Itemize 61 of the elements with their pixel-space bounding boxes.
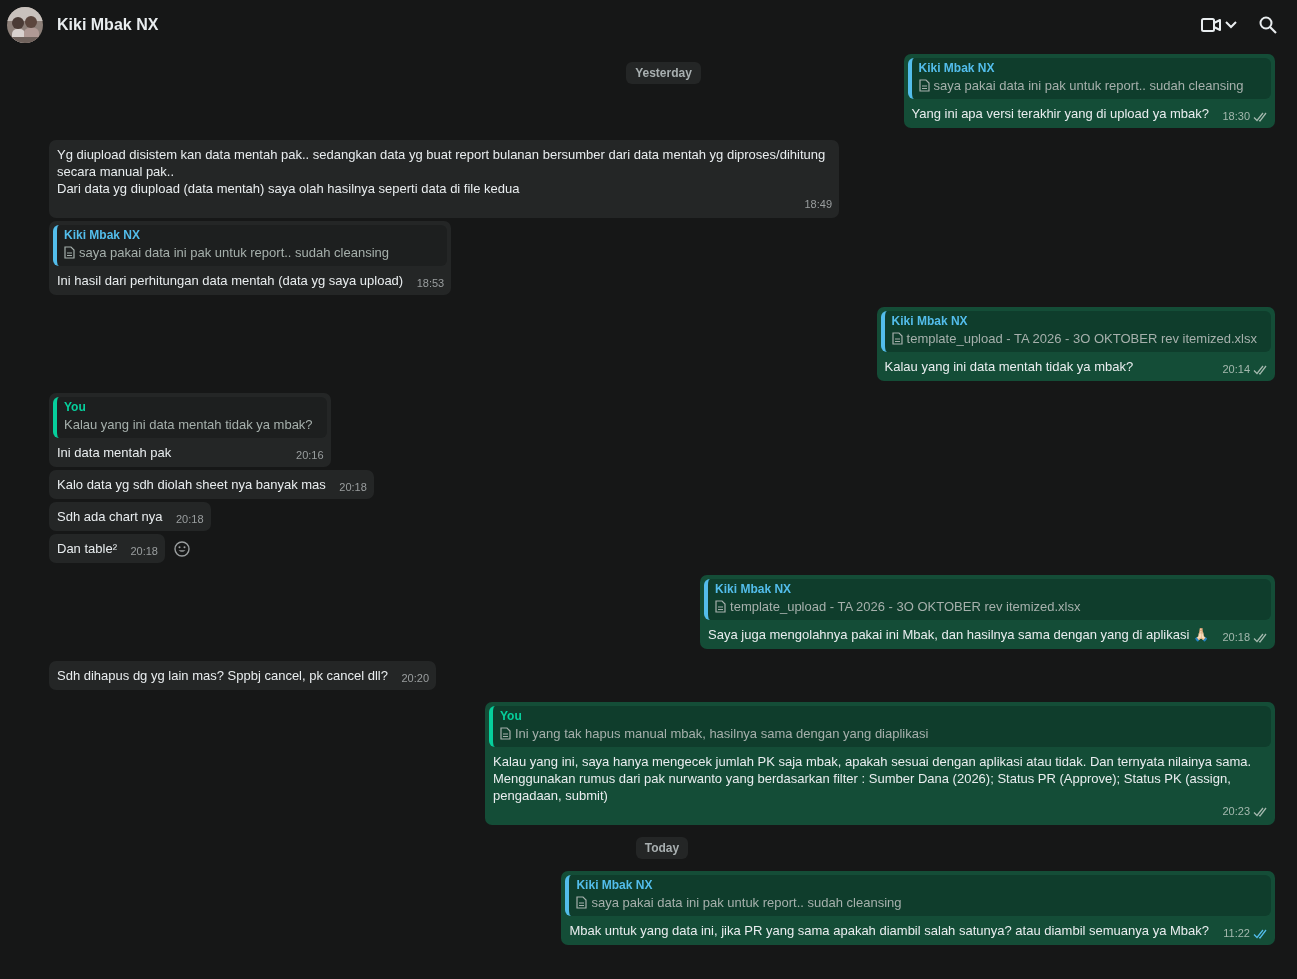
message-text: Yg diupload disistem kan data mentah pak.. sedangkan data yg buat report bulanan bersumber dari data mentah yg diproses/dihitung secara manual pak.. Dari data yg diupload (data mentah) saya olah hasilnya seperti data di file kedua [57,146,827,197]
message-text: Kalau yang ini, saya hanya mengecek jumlah PK saja mbak, apakah sesuai dengan aplikasi atau tidak. Dan ternyata nilainya sama. Menggunakan rumus dari pak nurwanto yang berdasarkan filter : Sumber Dana (2026); Status PR (Approve); Status PK (assign, pengadaan, submit) [493,753,1253,804]
message-time: 20:16 [296,448,324,463]
message-time: 18:30 [1222,109,1250,124]
message-time: 18:49 [804,197,832,212]
quoted-message[interactable]: Kiki Mbak NX saya pakai data ini pak untuk report.. sudah cleansing [565,875,1271,916]
quote-author: Kiki Mbak NX [715,582,793,596]
quoted-message[interactable]: You Kalau yang ini data mentah tidak ya mbak? [53,397,327,438]
message-text: Dan table² [57,541,117,556]
message-text: Mbak untuk yang data ini, jika PR yang sama apakah diambil salah satunya? atau diambil semuanya ya Mbak? [569,923,1209,938]
quote-text: template_upload - TA 2026 - 3O OKTOBER rev itemized.xlsx [906,330,1257,347]
message-time: 18:53 [416,276,445,291]
message-time: 20:23 [1222,804,1250,819]
quoted-message[interactable]: Kiki Mbak NX template_upload - TA 2026 - 3O OKTOBER rev itemized.xlsx [704,579,1271,620]
message-text: Ini hasil dari perhitungan data mentah (data yg saya upload) [57,273,404,288]
message-text: Sdh dihapus dg yg lain mas? Sppbj cancel, pk cancel dll? [57,668,388,683]
quote-text: saya pakai data ini pak untuk report.. sudah cleansing [591,894,902,911]
quote-author: You [500,709,523,723]
search-button[interactable] [1259,16,1277,34]
document-icon [891,332,903,345]
message-time: 20:14 [1222,362,1250,377]
quote-author: Kiki Mbak NX [64,228,142,242]
date-label: Yesterday [626,62,701,84]
quote-text: saya pakai data ini pak untuk report.. sudah cleansing [79,244,390,261]
smiley-icon [174,540,190,557]
video-call-button[interactable] [1201,17,1237,33]
quoted-message[interactable]: Kiki Mbak NX saya pakai data ini pak untuk report.. sudah cleansing [907,58,1271,99]
contact-name: Kiki Mbak NX [57,16,160,34]
document-icon [576,896,588,909]
video-camera-icon [1201,17,1221,33]
quoted-message[interactable]: Kiki Mbak NX saya pakai data ini pak untuk report.. sudah cleansing [53,225,448,266]
message-time: 20:18 [176,512,204,527]
message-text: Kalau yang ini data mentah tidak ya mbak? [884,359,1134,374]
emoji-reaction-button[interactable] [174,540,190,557]
quoted-message[interactable]: You Ini yang tak hapus manual mbak, hasilnya sama dengan yang diaplikasi [489,706,1271,747]
document-icon [500,727,511,740]
quote-author: Kiki Mbak NX [918,61,996,75]
message-text: Saya juga mengolahnya pakai ini Mbak, dan hasilnya sama dengan yang di aplikasi 🙏🏻 [708,627,1209,642]
message-time: 20:18 [1222,630,1250,645]
message-time: 20:18 [339,480,367,495]
message-text: Ini data mentah pak [57,445,172,460]
message-time: 11:22 [1223,926,1250,941]
message-text: Yang ini apa versi terakhir yang di upload ya mbak? [911,106,1209,121]
quote-author: You [64,400,87,414]
search-icon [1259,16,1277,34]
quote-text: Ini yang tak hapus manual mbak, hasilnya sama dengan yang diaplikasi [515,725,929,742]
quote-text: saya pakai data ini pak untuk report.. sudah cleansing [933,77,1244,94]
quoted-message[interactable]: Kiki Mbak NX template_upload - TA 2026 - 3O OKTOBER rev itemized.xlsx [880,311,1271,352]
quote-author: Kiki Mbak NX [576,878,654,892]
message-time: 20:20 [401,671,429,686]
message-text: Kalo data yg sdh diolah sheet nya banyak mas [57,477,326,492]
date-label: Today [635,837,689,859]
quote-text: Kalau yang ini data mentah tidak ya mbak? [64,416,313,433]
chevron-down-icon [1225,21,1237,29]
document-icon [918,79,930,92]
message-time: 20:18 [130,544,158,559]
document-icon [64,246,75,259]
message-text: Sdh ada chart nya [57,509,163,524]
quote-author: Kiki Mbak NX [891,314,969,328]
document-icon [715,600,727,613]
quote-text: template_upload - TA 2026 - 3O OKTOBER rev itemized.xlsx [730,598,1081,615]
